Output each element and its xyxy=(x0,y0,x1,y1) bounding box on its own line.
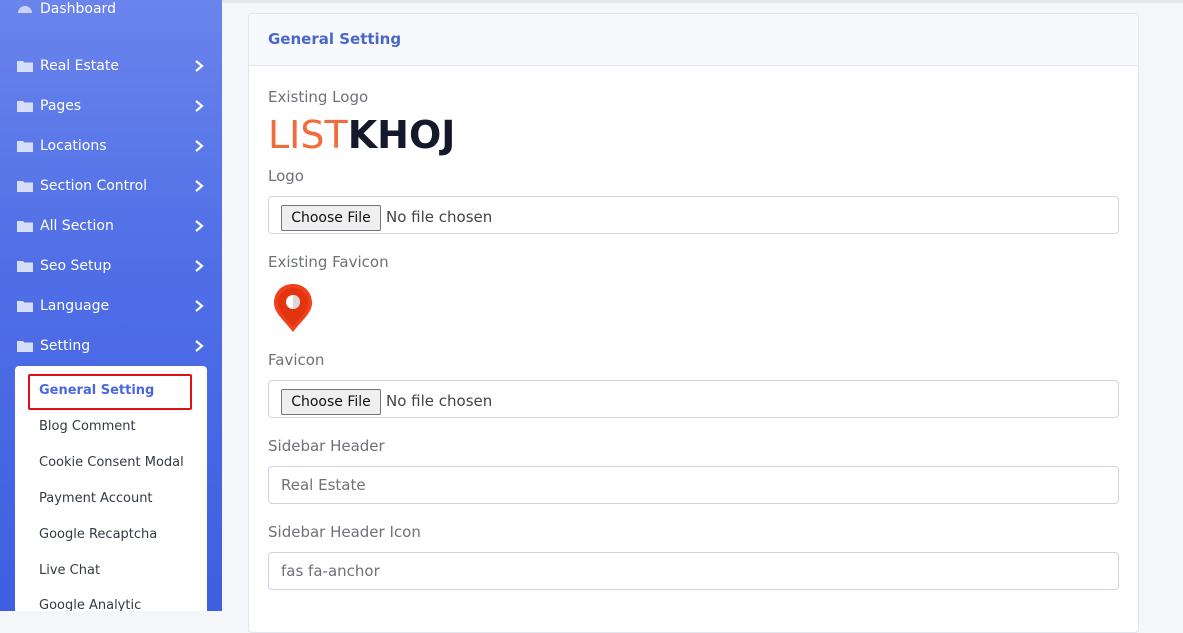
submenu-item-blog-comment[interactable]: Blog Comment xyxy=(39,419,136,434)
folder-icon xyxy=(17,341,33,352)
favicon-label: Favicon xyxy=(268,351,325,369)
sidebar-item-locations[interactable]: Locations xyxy=(0,126,222,166)
favicon-file-input[interactable]: Choose File No file chosen xyxy=(268,380,1119,418)
top-divider xyxy=(222,0,1183,3)
sidebar-item-pages[interactable]: Pages xyxy=(0,86,222,126)
sidebar-item-label: Seo Setup xyxy=(40,258,112,274)
page-title: General Setting xyxy=(268,30,402,48)
sidebar-header-input[interactable] xyxy=(268,466,1119,504)
sidebar-item-dashboard[interactable]: Dashboard xyxy=(0,0,222,29)
chevron-right-icon xyxy=(195,260,204,272)
folder-icon xyxy=(17,61,33,72)
site-logo: LISTKHOJ xyxy=(268,113,455,157)
folder-icon xyxy=(17,221,33,232)
sidebar-item-label: Real Estate xyxy=(40,58,119,74)
sidebar-header-icon-input[interactable] xyxy=(268,552,1119,590)
sidebar-item-label: Locations xyxy=(40,138,107,154)
sidebar: Dashboard Real Estate Pages Locations Se… xyxy=(0,0,222,611)
card-header: General Setting xyxy=(249,14,1138,66)
sidebar-item-label: Pages xyxy=(40,98,82,114)
sidebar-item-real-estate[interactable]: Real Estate xyxy=(0,46,222,86)
submenu-item-cookie-consent-modal[interactable]: Cookie Consent Modal xyxy=(39,455,184,470)
favicon-no-file-text: No file chosen xyxy=(386,392,493,410)
general-setting-card: General Setting Existing Logo LISTKHOJ L… xyxy=(248,13,1139,633)
logo-file-input[interactable]: Choose File No file chosen xyxy=(268,196,1119,234)
chevron-right-icon xyxy=(195,140,204,152)
setting-submenu: General Setting Blog Comment Cookie Cons… xyxy=(15,366,207,611)
submenu-item-payment-account[interactable]: Payment Account xyxy=(39,491,153,506)
sidebar-item-label: Dashboard xyxy=(40,1,116,17)
folder-icon xyxy=(17,181,33,192)
logo-text-list: LIST xyxy=(268,113,348,157)
chevron-right-icon xyxy=(195,220,204,232)
folder-icon xyxy=(17,141,33,152)
sidebar-header-label: Sidebar Header xyxy=(268,437,385,455)
chevron-right-icon xyxy=(195,180,204,192)
logo-no-file-text: No file chosen xyxy=(386,208,493,226)
submenu-item-google-recaptcha[interactable]: Google Recaptcha xyxy=(39,527,157,542)
folder-icon xyxy=(17,101,33,112)
sidebar-item-label: All Section xyxy=(40,218,114,234)
favicon-choose-file-button[interactable]: Choose File xyxy=(281,389,381,415)
sidebar-header-icon-label: Sidebar Header Icon xyxy=(268,523,421,541)
logo-text-khoj: KHOJ xyxy=(347,113,456,157)
chevron-right-icon xyxy=(195,300,204,312)
chevron-right-icon xyxy=(195,100,204,112)
submenu-item-google-analytic[interactable]: Google Analytic xyxy=(39,598,141,611)
sidebar-item-label: Setting xyxy=(40,338,91,354)
existing-logo-label: Existing Logo xyxy=(268,88,369,106)
submenu-item-live-chat[interactable]: Live Chat xyxy=(39,563,100,578)
submenu-item-general-setting[interactable]: General Setting xyxy=(39,383,154,398)
dashboard-icon xyxy=(18,6,32,13)
chevron-right-icon xyxy=(195,340,204,352)
map-pin-icon xyxy=(274,284,312,332)
sidebar-item-all-section[interactable]: All Section xyxy=(0,206,222,246)
sidebar-item-label: Language xyxy=(40,298,110,314)
logo-label: Logo xyxy=(268,167,304,185)
sidebar-item-seo-setup[interactable]: Seo Setup xyxy=(0,246,222,286)
sidebar-item-setting[interactable]: Setting xyxy=(0,326,222,366)
sidebar-item-section-control[interactable]: Section Control xyxy=(0,166,222,206)
chevron-right-icon xyxy=(195,60,204,72)
existing-favicon-label: Existing Favicon xyxy=(268,253,389,271)
logo-choose-file-button[interactable]: Choose File xyxy=(281,205,381,231)
folder-icon xyxy=(17,261,33,272)
folder-icon xyxy=(17,301,33,312)
sidebar-item-label: Section Control xyxy=(40,178,148,194)
sidebar-item-language[interactable]: Language xyxy=(0,286,222,326)
